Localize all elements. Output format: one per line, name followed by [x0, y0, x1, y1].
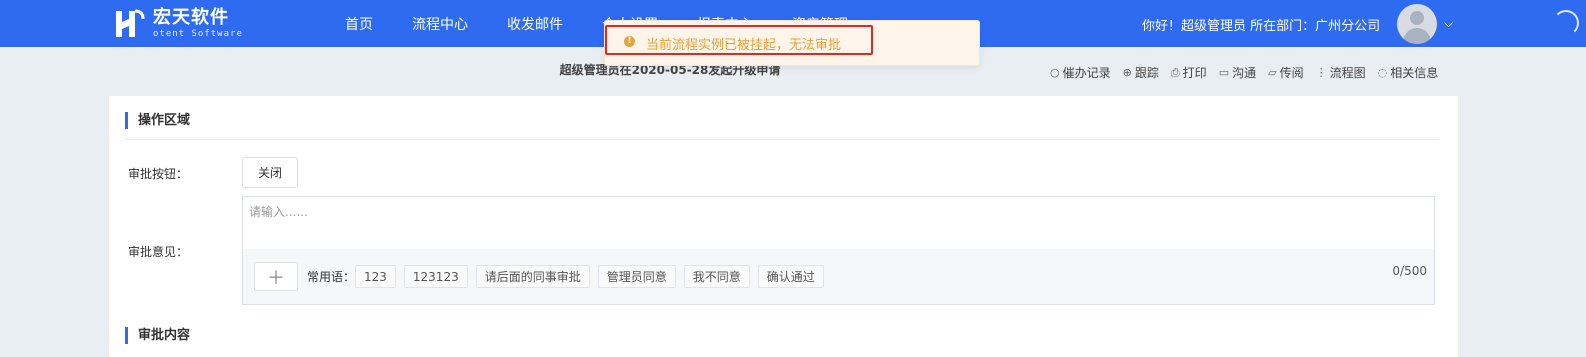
phrase-tag[interactable]: 123 — [355, 265, 396, 288]
opinion-box: ＋ 常用语： 123 123123 请后面的同事审批 管理员同意 我不同意 确认… — [242, 196, 1435, 305]
flowchart-icon: ⋮ — [1315, 66, 1327, 79]
add-phrase-button[interactable]: ＋ — [254, 262, 298, 291]
communicate-button[interactable]: ▭ 沟通 — [1219, 64, 1256, 81]
loading-spinner-icon — [1553, 10, 1579, 36]
phrase-tag[interactable]: 管理员同意 — [597, 265, 676, 288]
search-icon: ○ — [1050, 66, 1060, 79]
folder-icon: ▱ — [1268, 66, 1277, 79]
section-title-content: 审批内容 — [125, 327, 190, 344]
print-icon: ⎙ — [1170, 65, 1180, 79]
chevron-down-icon[interactable]: ⌵ — [1444, 16, 1453, 31]
nav-item-mail[interactable]: 收发邮件 — [507, 14, 563, 34]
user-greeting: 你好！超级管理员 所在部门：广州分公司 — [1142, 19, 1381, 34]
logo-title: 宏天软件 — [153, 7, 229, 28]
logo[interactable]: 宏天软件 otent Software — [113, 7, 243, 41]
common-phrases-bar: ＋ 常用语： 123 123123 请后面的同事审批 管理员同意 我不同意 确认… — [243, 249, 1434, 304]
comment-icon: ◌ — [1377, 66, 1388, 79]
approval-buttons-label: 审批按钮： — [128, 167, 189, 181]
opinion-input[interactable] — [243, 197, 1434, 249]
character-counter: 0/500 — [1392, 264, 1427, 278]
target-icon: ⊕ — [1122, 66, 1132, 79]
divider — [125, 139, 1439, 140]
warning-icon: ! — [624, 36, 635, 47]
nav-item-process-center[interactable]: 流程中心 — [412, 14, 468, 34]
circulate-button[interactable]: ▱ 传阅 — [1268, 64, 1303, 81]
phrase-tag[interactable]: 123123 — [403, 265, 468, 288]
phrase-tag[interactable]: 我不同意 — [683, 265, 750, 288]
nav-item-home[interactable]: 首页 — [345, 14, 373, 34]
urge-record-button[interactable]: ○ 催办记录 — [1050, 64, 1111, 81]
related-info-button[interactable]: ◌ 相关信息 — [1378, 64, 1439, 81]
approval-panel: 操作区域 审批按钮： 关闭 审批意见： ＋ 常用语： 123 123123 请后… — [109, 96, 1458, 357]
action-toolbar: ○ 催办记录 ⊕ 跟踪 ⎙ 打印 ▭ 沟通 ▱ 传阅 ⋮ 流程图 ◌ 相关信息 — [1050, 64, 1450, 81]
flowchart-button[interactable]: ⋮ 流程图 — [1316, 64, 1366, 81]
approval-opinion-label: 审批意见： — [128, 245, 189, 259]
section-title-operation: 操作区域 — [125, 112, 190, 129]
logo-icon — [113, 7, 147, 41]
logo-subtitle: otent Software — [153, 29, 243, 39]
phrase-tag[interactable]: 请后面的同事审批 — [475, 265, 590, 288]
toast-message: 当前流程实例已被挂起，无法审批 — [646, 38, 842, 53]
track-button[interactable]: ⊕ 跟踪 — [1123, 64, 1159, 81]
close-button[interactable]: 关闭 — [242, 157, 298, 188]
common-phrases-list: 123 123123 请后面的同事审批 管理员同意 我不同意 确认通过 — [355, 265, 832, 288]
print-button[interactable]: ⎙ 打印 — [1171, 64, 1207, 81]
phrase-tag[interactable]: 确认通过 — [757, 265, 824, 288]
chat-icon: ▭ — [1218, 66, 1230, 79]
avatar[interactable] — [1397, 4, 1437, 44]
common-phrases-label: 常用语： — [307, 270, 356, 284]
